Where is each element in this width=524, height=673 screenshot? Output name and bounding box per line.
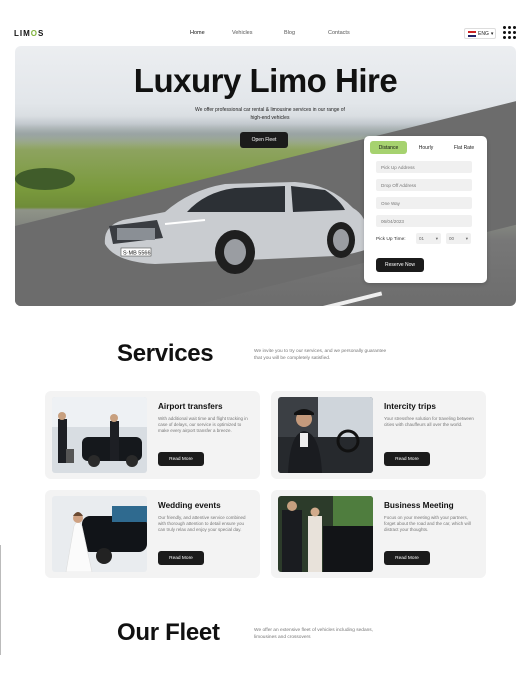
card-title: Wedding events (158, 501, 221, 510)
hero-subtitle: We offer professional car rental & limou… (195, 107, 345, 121)
intercity-trip-image (278, 397, 373, 473)
tab-distance[interactable]: Distance (370, 141, 407, 154)
read-more-button[interactable]: Read More (158, 452, 204, 466)
service-card-wedding: Wedding events Our friendly, and attenti… (45, 490, 260, 578)
business-meeting-image (278, 496, 373, 572)
card-title: Intercity trips (384, 402, 436, 411)
minute-value: 00 (449, 236, 455, 241)
service-card-airport: Airport transfers With additional wait t… (45, 391, 260, 479)
card-text: Your stressfree solution for traveling b… (384, 416, 474, 428)
service-card-business: Business Meeting Focus on your meeting w… (271, 490, 486, 578)
hero-car-image: S·MB 5566 (104, 182, 368, 274)
card-title: Airport transfers (158, 402, 223, 411)
services-title: Services (117, 340, 214, 367)
nav-contacts[interactable]: Contacts (328, 30, 350, 36)
services-description: We invite you to try our services, and w… (254, 349, 387, 361)
fleet-title: Our Fleet (117, 619, 220, 646)
wedding-event-image (52, 496, 147, 572)
booking-tabs: Distance Hourly Flat Rate (370, 141, 483, 154)
service-card-intercity: Intercity trips Your stressfree solution… (271, 391, 486, 479)
card-text: Our friendly, and attentive service comb… (158, 515, 246, 533)
chevron-down-icon: ▾ (435, 235, 438, 241)
dropoff-address-input[interactable]: Drop Off Address (376, 179, 472, 191)
hour-select[interactable]: 01 ▾ (416, 233, 441, 244)
hero-bush (15, 168, 75, 190)
nav-home[interactable]: Home (190, 30, 232, 36)
nav-vehicles[interactable]: Vehicles (232, 30, 284, 36)
logo-text-right: S (38, 29, 45, 38)
read-more-button[interactable]: Read More (384, 551, 430, 565)
date-input[interactable]: 06/04/2023 (376, 215, 472, 227)
page: LIMOS Home Vehicles Blog Contacts ENG ▾ … (0, 0, 524, 673)
uk-flag-icon (468, 30, 476, 37)
language-selector[interactable]: ENG ▾ (464, 28, 496, 39)
language-label: ENG (478, 30, 489, 37)
read-more-button[interactable]: Read More (384, 452, 430, 466)
booking-form: Distance Hourly Flat Rate Pick Up Addres… (364, 136, 487, 283)
tab-flat-rate[interactable]: Flat Rate (445, 141, 483, 154)
card-text: With additional wait time and flight tra… (158, 416, 248, 434)
tab-hourly[interactable]: Hourly (407, 141, 445, 154)
nav-blog[interactable]: Blog (284, 30, 328, 36)
top-header: LIMOS Home Vehicles Blog Contacts ENG ▾ (0, 22, 524, 48)
hero-section: Luxury Limo Hire We offer professional c… (15, 46, 516, 306)
open-fleet-button[interactable]: Open Fleet (240, 132, 288, 148)
main-nav: Home Vehicles Blog Contacts (190, 30, 350, 36)
page-edge-divider (0, 545, 1, 655)
hero-title: Luxury Limo Hire (133, 62, 398, 99)
airport-transfer-image (52, 397, 147, 473)
pickup-address-input[interactable]: Pick Up Address (376, 161, 472, 173)
logo[interactable]: LIMOS (14, 29, 44, 38)
hour-value: 01 (419, 236, 425, 241)
minute-select[interactable]: 00 ▾ (446, 233, 471, 244)
license-plate-text: S·MB 5566 (123, 251, 151, 257)
trip-type-select[interactable]: One Way (376, 197, 472, 209)
read-more-button[interactable]: Read More (158, 551, 204, 565)
grid-menu-icon[interactable] (503, 26, 517, 40)
logo-text-left: LIM (14, 29, 31, 38)
reserve-now-button[interactable]: Reserve Now (376, 258, 424, 272)
chevron-down-icon: ▾ (465, 235, 468, 241)
card-title: Business Meeting (384, 501, 454, 510)
card-text: Focus on your meeting with your partners… (384, 515, 471, 533)
logo-text-o: O (30, 29, 39, 38)
pickup-time-label: Pick Up Time: (376, 237, 406, 242)
chevron-down-icon: ▾ (490, 30, 494, 37)
fleet-description: We offer an extensive fleet of vehicles … (254, 628, 374, 640)
